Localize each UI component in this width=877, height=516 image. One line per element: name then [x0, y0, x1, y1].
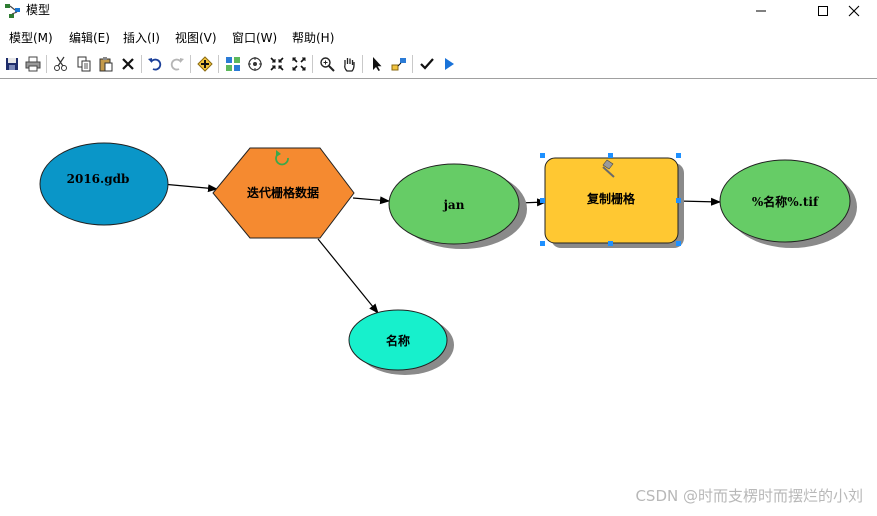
copy-icon[interactable]: [74, 54, 94, 74]
node-output-tif-label: %名称%.tif: [752, 194, 819, 209]
node-input-gdb[interactable]: 2016.gdb: [39, 142, 169, 226]
connector-iterator-to-jan[interactable]: [352, 196, 390, 205]
menu-insert[interactable]: 插入(I): [122, 30, 161, 46]
node-name-label: 名称: [386, 333, 410, 348]
toolbar-separator: [412, 55, 413, 73]
menu-view[interactable]: 视图(V): [174, 30, 218, 46]
menu-help[interactable]: 帮助(H): [291, 30, 335, 46]
minimize-button[interactable]: [738, 0, 784, 22]
node-name-variable[interactable]: 名称: [348, 309, 454, 375]
connector-copy-to-output[interactable]: [677, 197, 721, 206]
toolbar-separator: [141, 55, 142, 73]
toolbar: [0, 52, 877, 78]
print-icon[interactable]: [23, 54, 43, 74]
model-canvas[interactable]: 2016.gdb 迭代栅格数据 jan 复制栅格 %名称%.tif 名称: [0, 79, 877, 516]
run-icon[interactable]: [439, 54, 459, 74]
node-jan-label: jan: [443, 198, 465, 212]
node-jan[interactable]: jan: [388, 163, 527, 249]
menu-model[interactable]: 模型(M): [8, 30, 54, 46]
save-icon[interactable]: [2, 54, 22, 74]
toolbar-separator: [362, 55, 363, 73]
connector-iterator-to-name[interactable]: [317, 238, 379, 314]
title-bar: 模型: [0, 0, 877, 22]
zoom-out-fixed-icon[interactable]: [289, 54, 309, 74]
window-title: 模型: [26, 3, 51, 17]
close-button[interactable]: [831, 0, 877, 22]
toolbar-separator: [312, 55, 313, 73]
validate-icon[interactable]: [417, 54, 437, 74]
pan-icon[interactable]: [339, 54, 359, 74]
add-data-icon[interactable]: [195, 54, 215, 74]
node-iterator[interactable]: 迭代栅格数据: [212, 147, 355, 239]
toolbar-separator: [190, 55, 191, 73]
menu-edit[interactable]: 编辑(E): [68, 30, 111, 46]
redo-icon[interactable]: [167, 54, 187, 74]
toolbar-separator: [46, 55, 47, 73]
zoom-in-fixed-icon[interactable]: [267, 54, 287, 74]
model-builder-window: 模型 模型(M) 编辑(E) 插入(I) 视图(V) 窗口(W) 帮助(H) 2…: [0, 0, 877, 516]
select-pointer-icon[interactable]: [367, 54, 387, 74]
model-diagram: 2016.gdb 迭代栅格数据 jan 复制栅格 %名称%.tif 名称: [39, 142, 857, 375]
node-iterator-label: 迭代栅格数据: [247, 185, 319, 200]
paste-icon[interactable]: [96, 54, 116, 74]
watermark: CSDN @时而支楞时而摆烂的小刘: [635, 487, 863, 505]
node-input-gdb-label: 2016.gdb: [67, 172, 130, 186]
zoom-icon[interactable]: [317, 54, 337, 74]
delete-icon[interactable]: [118, 54, 138, 74]
cut-icon[interactable]: [51, 54, 71, 74]
undo-icon[interactable]: [145, 54, 165, 74]
connector-gdb-to-iterator[interactable]: [161, 183, 218, 193]
toolbar-separator: [218, 55, 219, 73]
menu-window[interactable]: 窗口(W): [231, 30, 278, 46]
menu-bar: 模型(M) 编辑(E) 插入(I) 视图(V) 窗口(W) 帮助(H): [0, 28, 877, 48]
node-copy-raster[interactable]: 复制栅格: [540, 153, 684, 248]
add-connection-icon[interactable]: [389, 54, 409, 74]
node-copy-raster-label: 复制栅格: [586, 191, 636, 206]
auto-layout-icon[interactable]: [223, 54, 243, 74]
full-extent-icon[interactable]: [245, 54, 265, 74]
node-output-tif[interactable]: %名称%.tif: [719, 159, 857, 248]
model-builder-icon: [4, 2, 22, 20]
